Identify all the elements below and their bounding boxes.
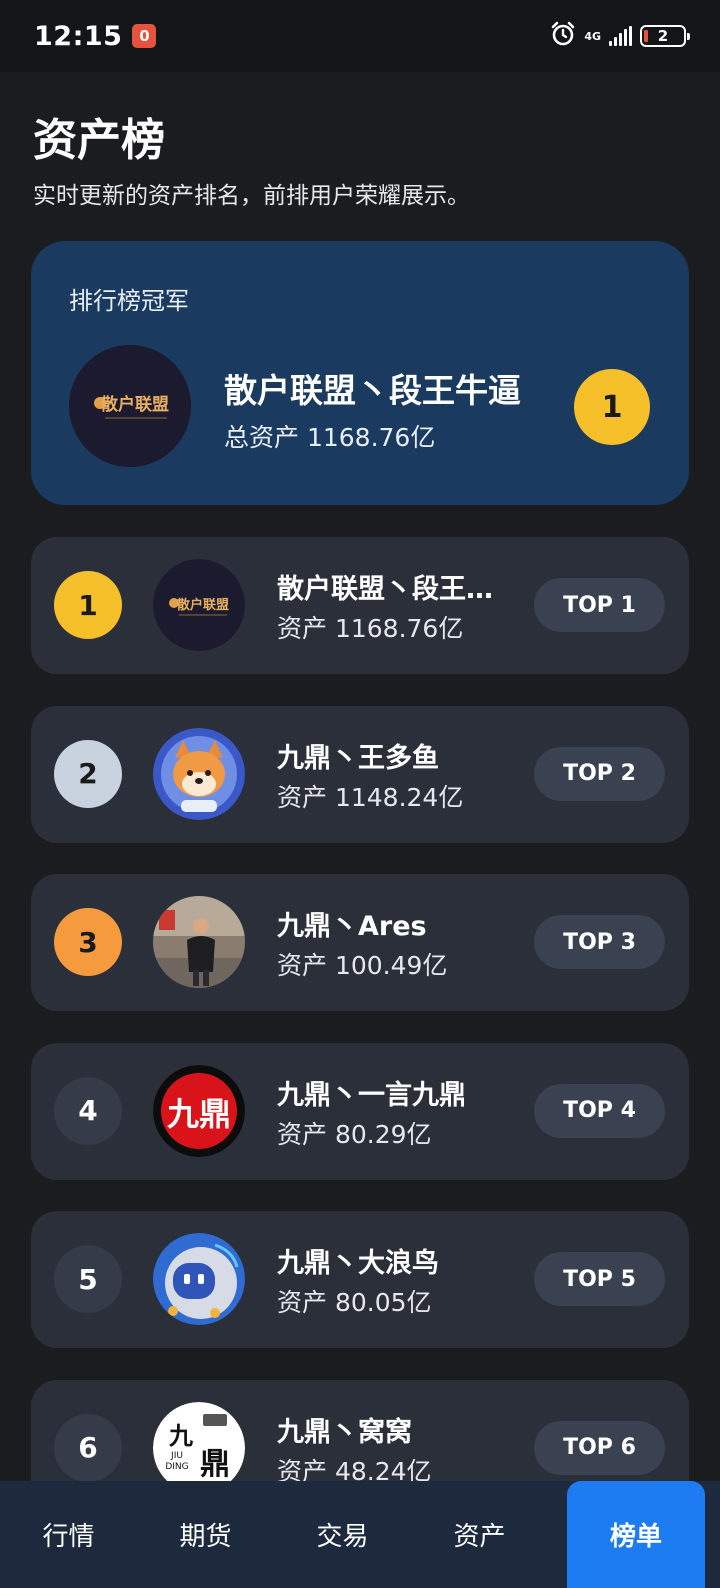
nav-futures[interactable]: 期货 [137, 1481, 274, 1588]
user-assets: 资产 1148.24亿 [277, 782, 464, 812]
page-title: 资产榜 [33, 115, 165, 166]
nav-market[interactable]: 行情 [0, 1481, 137, 1588]
top-tag: TOP 2 [534, 746, 665, 801]
champion-label: 排行榜冠军 [69, 287, 189, 315]
top-tag: TOP 5 [534, 1252, 665, 1306]
user-avatar: 九鼎 [153, 1064, 245, 1157]
user-avatar [153, 896, 245, 988]
nav-trade[interactable]: 交易 [274, 1481, 411, 1588]
jiuding-logo-icon: 九 JIU DING 鼎 [153, 1401, 245, 1494]
user-avatar [153, 1233, 245, 1325]
rank-row[interactable]: 3 九鼎丶Ares 资产 100.49亿 TOP 3 [31, 874, 689, 1011]
battery-icon: 2 [640, 25, 690, 47]
alarm-icon [550, 21, 576, 51]
svg-text:JIU: JIU [170, 1451, 183, 1461]
alliance-logo-icon: 散户联盟 [69, 345, 191, 467]
user-name: 九鼎丶王多鱼 [277, 742, 439, 774]
nav-leaderboard[interactable]: 榜单 [567, 1481, 705, 1588]
champion-name: 散户联盟丶段王牛逼 [224, 371, 521, 410]
user-assets: 资产 1168.76亿 [277, 614, 464, 643]
user-assets: 资产 80.05亿 [277, 1288, 432, 1317]
user-name: 九鼎丶一言九鼎 [277, 1079, 466, 1111]
asset-leaderboard-screen: 12:15 0 4G 2 资产榜 实时更新的资产排名，前排用户荣耀展示。 排行榜… [0, 0, 720, 1588]
shiba-dog-icon [153, 727, 245, 820]
user-assets: 资产 100.49亿 [277, 951, 448, 980]
nav-assets[interactable]: 资产 [411, 1481, 548, 1588]
status-time: 12:15 [34, 20, 123, 52]
user-avatar: 九 JIU DING 鼎 [153, 1401, 245, 1494]
rank-badge: 6 [54, 1413, 122, 1482]
champion-card[interactable]: 排行榜冠军 散户联盟 散户联盟丶段王牛逼 总资产 1168.76亿 1 [31, 241, 689, 505]
rank-badge: 3 [54, 908, 122, 976]
champion-assets: 总资产 1168.76亿 [224, 423, 436, 452]
svg-text:鼎: 鼎 [200, 1447, 230, 1482]
alliance-logo-icon: 散户联盟 [153, 559, 245, 651]
bottom-nav: 行情 期货 交易 资产 榜单 [0, 1481, 720, 1588]
robot-icon [153, 1233, 245, 1325]
user-photo-icon [153, 896, 245, 988]
champion-avatar: 散户联盟 [69, 345, 191, 467]
top-tag: TOP 6 [534, 1420, 665, 1475]
svg-text:DING: DING [165, 1462, 188, 1472]
notification-badge: 0 [132, 24, 157, 48]
rank-row[interactable]: 5 九鼎丶大浪鸟 资产 80.05亿 TOP 5 [31, 1211, 689, 1348]
battery-level: 2 [657, 27, 669, 45]
rank-row[interactable]: 1 散户联盟 散户联盟丶段王牛逼 资产 1168.76亿 TOP 1 [31, 537, 689, 674]
user-avatar [153, 727, 245, 820]
jiuding-seal-icon: 九鼎 [153, 1064, 245, 1157]
status-bar: 12:15 0 4G 2 [0, 0, 720, 72]
top-tag: TOP 1 [534, 578, 665, 632]
rank-row[interactable]: 2 九鼎丶王多鱼 资产 1148.24亿 TOP 2 [31, 705, 689, 843]
user-name: 九鼎丶Ares [277, 911, 427, 942]
user-avatar: 散户联盟 [153, 559, 245, 651]
rank-badge: 2 [54, 739, 122, 808]
rank-badge: 5 [54, 1245, 122, 1313]
top-tag: TOP 3 [534, 915, 665, 969]
rank-badge: 1 [54, 571, 122, 639]
svg-text:九鼎: 九鼎 [167, 1095, 231, 1133]
network-type: 4G [584, 29, 601, 43]
svg-text:九: 九 [168, 1422, 193, 1450]
user-name: 九鼎丶大浪鸟 [277, 1248, 439, 1279]
user-name: 散户联盟丶段王牛逼 [277, 574, 495, 605]
svg-text:散户联盟: 散户联盟 [177, 597, 229, 613]
rank-row[interactable]: 4 九鼎 九鼎丶一言九鼎 资产 80.29亿 TOP 4 [31, 1042, 689, 1180]
user-name: 九鼎丶窝窝 [277, 1416, 412, 1448]
user-assets: 资产 80.29亿 [277, 1119, 432, 1149]
signal-icon [609, 26, 632, 46]
page-subtitle: 实时更新的资产排名，前排用户荣耀展示。 [33, 183, 470, 209]
rank-badge: 4 [54, 1076, 122, 1145]
champion-rank-badge: 1 [574, 369, 650, 445]
status-icons: 4G 2 [550, 21, 690, 51]
svg-text:散户联盟: 散户联盟 [101, 394, 169, 415]
ranking-list: 1 散户联盟 散户联盟丶段王牛逼 资产 1168.76亿 TOP 1 2 [31, 537, 689, 1548]
top-tag: TOP 4 [534, 1083, 665, 1138]
